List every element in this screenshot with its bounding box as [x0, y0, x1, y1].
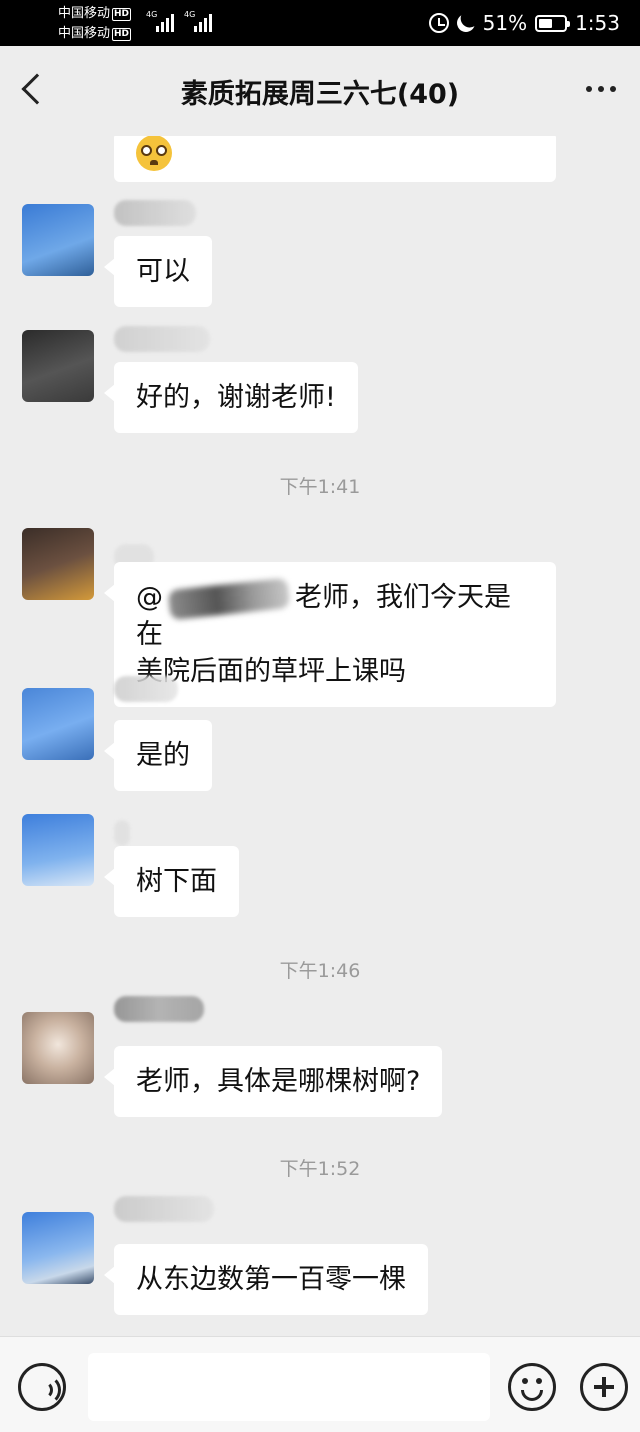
- message-text: 是的: [136, 740, 190, 771]
- message-text: 好的，谢谢老师!: [136, 382, 336, 413]
- message-bubble[interactable]: 老师，具体是哪棵树啊?: [103, 1046, 443, 1117]
- page-title: 素质拓展周三六七(40): [180, 79, 460, 110]
- sender-name: [114, 200, 196, 226]
- mention-name: [167, 577, 291, 620]
- sender-name: [114, 820, 130, 846]
- sender-name: [114, 1196, 214, 1222]
- avatar[interactable]: [22, 688, 94, 760]
- avatar[interactable]: [22, 814, 94, 886]
- message-input[interactable]: [88, 1353, 490, 1421]
- avatar[interactable]: [22, 1212, 94, 1284]
- sender-name: [114, 326, 210, 352]
- signal-icon: 4G: [184, 10, 212, 32]
- message-text: 可以: [136, 256, 190, 287]
- message-bubble[interactable]: 从东边数第一百零一棵: [104, 1244, 428, 1315]
- battery-percent: 51%: [482, 11, 528, 35]
- plus-icon[interactable]: [580, 1363, 628, 1411]
- timestamp: 下午1:41: [279, 476, 361, 498]
- pleading-face-emoji-icon: [136, 134, 172, 171]
- message-bubble[interactable]: [114, 132, 556, 182]
- alarm-icon: [428, 13, 449, 33]
- avatar[interactable]: [22, 528, 94, 600]
- timestamp: 下午1:46: [279, 960, 361, 982]
- chat-area[interactable]: 可以 好的，谢谢老师! 下午1:41 @ 老师，我们今天是在 美院后面的草坪上课吗…: [0, 46, 640, 1336]
- message-bubble[interactable]: @ 老师，我们今天是在 美院后面的草坪上课吗: [104, 562, 556, 707]
- sender-name: [114, 676, 178, 702]
- message-bubble[interactable]: 可以: [104, 236, 212, 307]
- message-text: 树下面: [136, 866, 217, 897]
- message-bubble[interactable]: 好的，谢谢老师!: [104, 362, 358, 433]
- status-right: 51% 1:53: [428, 9, 620, 37]
- sender-name: [114, 996, 204, 1022]
- emoji-icon[interactable]: [508, 1363, 556, 1411]
- input-bar: [0, 1336, 640, 1432]
- timestamp: 下午1:52: [279, 1158, 361, 1180]
- carrier-1: 中国移动 HD: [58, 6, 132, 21]
- signal-icon: 4G: [146, 10, 174, 32]
- moon-icon: [454, 11, 477, 34]
- message-text: 从东边数第一百零一棵: [136, 1264, 406, 1295]
- message-bubble[interactable]: 是的: [104, 720, 212, 791]
- battery-icon: [535, 14, 571, 32]
- avatar[interactable]: [22, 330, 94, 402]
- clock: 1:53: [575, 11, 620, 35]
- status-bar: 中国移动 HD 中国移动 HD 4G 4G 51% 1:53: [0, 0, 640, 46]
- more-icon[interactable]: [586, 86, 616, 92]
- chat-header: 素质拓展周三六七(40): [0, 46, 640, 136]
- avatar[interactable]: [22, 204, 94, 276]
- mention-at: @: [136, 582, 163, 613]
- message-text: 老师，具体是哪棵树啊?: [136, 1066, 421, 1097]
- voice-icon[interactable]: [18, 1363, 66, 1411]
- avatar[interactable]: [22, 1012, 94, 1084]
- message-bubble[interactable]: 树下面: [104, 846, 239, 917]
- carrier-2: 中国移动 HD: [58, 26, 132, 41]
